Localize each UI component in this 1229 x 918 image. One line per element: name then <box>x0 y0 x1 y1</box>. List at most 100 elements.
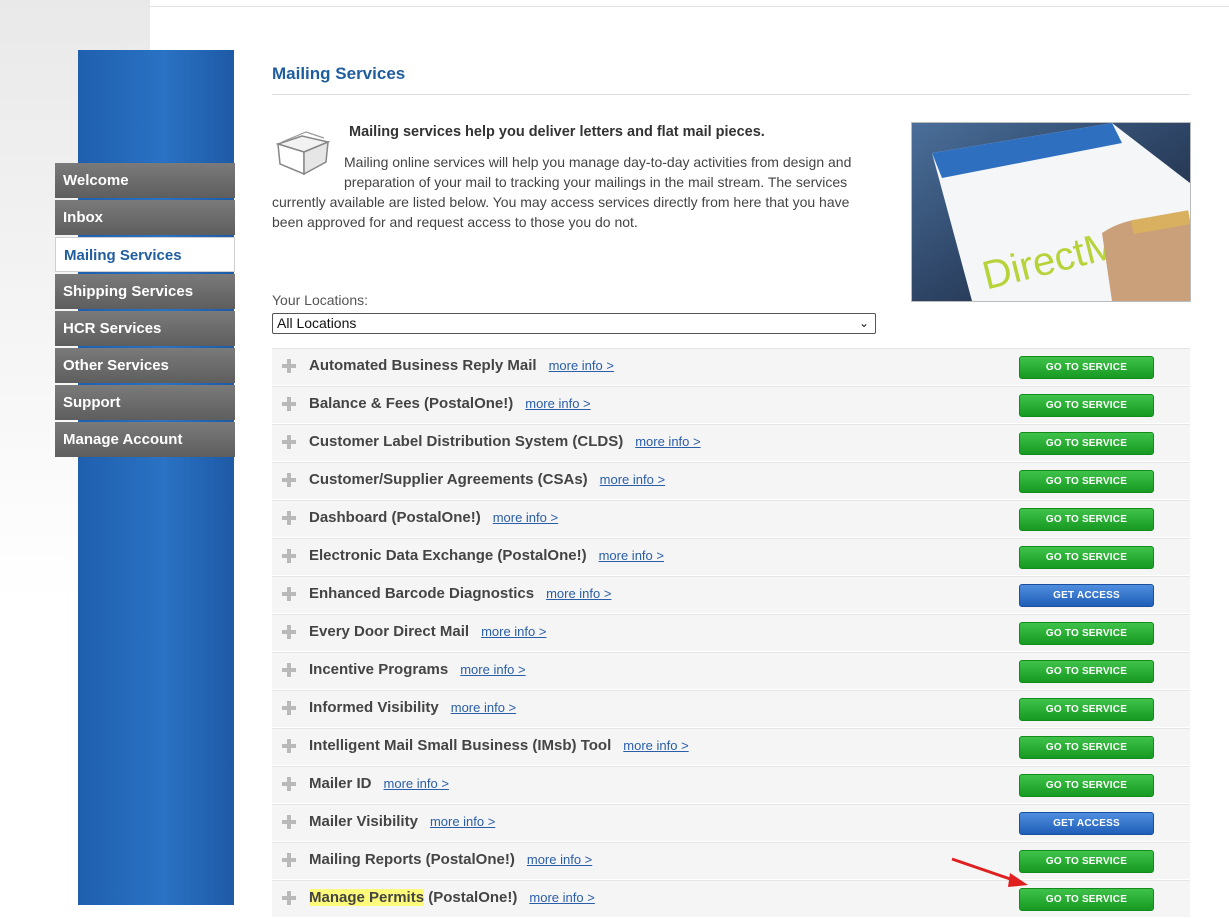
service-row: Incentive Programs more info > GO TO SERV… <box>272 652 1190 689</box>
service-name: Automated Business Reply Mail <box>309 357 537 374</box>
go-to-service-button[interactable]: GO TO SERVICE <box>1019 736 1154 759</box>
go-to-service-button[interactable]: GO TO SERVICE <box>1019 394 1154 417</box>
page-title: Mailing Services <box>272 64 406 83</box>
more-info-link[interactable]: more info > <box>451 700 516 715</box>
go-to-service-button[interactable]: GO TO SERVICE <box>1019 470 1154 493</box>
sidebar-item-inbox[interactable]: Inbox <box>55 200 235 235</box>
expand-plus-icon[interactable] <box>282 853 296 867</box>
more-info-link[interactable]: more info > <box>481 624 546 639</box>
go-to-service-button[interactable]: GO TO SERVICE <box>1019 508 1154 531</box>
more-info-link[interactable]: more info > <box>460 662 525 677</box>
expand-plus-icon[interactable] <box>282 359 296 373</box>
sidebar-item-support[interactable]: Support <box>55 385 235 420</box>
service-name: (PostalOne!) <box>424 889 518 906</box>
service-row: Manage Permits (PostalOne!) more info > G… <box>272 880 1190 917</box>
service-row: Intelligent Mail Small Business (IMsb) T… <box>272 728 1190 765</box>
go-to-service-button[interactable]: GO TO SERVICE <box>1019 546 1154 569</box>
title-divider <box>272 94 1190 95</box>
expand-plus-icon[interactable] <box>282 473 296 487</box>
intro-description: Mailing online services will help you ma… <box>272 154 852 230</box>
intro-section: Mailing services help you deliver letter… <box>272 122 877 232</box>
service-name: Customer/Supplier Agreements (CSAs) <box>309 471 588 488</box>
expand-plus-icon[interactable] <box>282 777 296 791</box>
service-name: Informed Visibility <box>309 699 439 716</box>
red-arrow-annotation <box>951 857 1028 887</box>
sidebar-item-welcome[interactable]: Welcome <box>55 163 235 198</box>
expand-plus-icon[interactable] <box>282 625 296 639</box>
sidebar-item-mailing-services[interactable]: Mailing Services <box>55 237 235 272</box>
go-to-service-button[interactable]: GO TO SERVICE <box>1019 660 1154 683</box>
service-row: Mailer ID more info > GO TO SERVICE <box>272 766 1190 803</box>
direct-mail-photo: DirectMail <box>911 122 1191 302</box>
go-to-service-button[interactable]: GO TO SERVICE <box>1019 774 1154 797</box>
more-info-link[interactable]: more info > <box>529 890 594 905</box>
more-info-link[interactable]: more info > <box>635 434 700 449</box>
expand-plus-icon[interactable] <box>282 435 296 449</box>
service-row: Enhanced Barcode Diagnostics more info > … <box>272 576 1190 613</box>
more-info-link[interactable]: more info > <box>599 548 664 563</box>
service-name: Mailer Visibility <box>309 813 418 830</box>
service-name: Mailer ID <box>309 775 372 792</box>
service-name: Incentive Programs <box>309 661 449 678</box>
service-name: Mailing Reports (PostalOne!) <box>309 851 515 868</box>
service-row: Every Door Direct Mail more info > GO TO … <box>272 614 1190 651</box>
service-row: Customer/Supplier Agreements (CSAs) more … <box>272 462 1190 499</box>
more-info-link[interactable]: more info > <box>623 738 688 753</box>
service-row: Mailer Visibility more info > GET ACCESS <box>272 804 1190 841</box>
expand-plus-icon[interactable] <box>282 815 296 829</box>
service-row: Balance & Fees (PostalOne!) more info > G… <box>272 386 1190 423</box>
expand-plus-icon[interactable] <box>282 549 296 563</box>
expand-plus-icon[interactable] <box>282 397 296 411</box>
service-name: Customer Label Distribution System (CLDS… <box>309 433 624 450</box>
service-row: Dashboard (PostalOne!) more info > GO TO … <box>272 500 1190 537</box>
expand-plus-icon[interactable] <box>282 701 296 715</box>
expand-plus-icon[interactable] <box>282 891 296 905</box>
more-info-link[interactable]: more info > <box>493 510 558 525</box>
expand-plus-icon[interactable] <box>282 511 296 525</box>
go-to-service-button[interactable]: GO TO SERVICE <box>1019 888 1154 911</box>
service-name: Balance & Fees (PostalOne!) <box>309 395 514 412</box>
sidebar-item-shipping-services[interactable]: Shipping Services <box>55 274 235 309</box>
more-info-link[interactable]: more info > <box>525 396 590 411</box>
service-name: Electronic Data Exchange (PostalOne!) <box>309 547 587 564</box>
locations-select[interactable]: All Locations ⌄ <box>272 313 876 334</box>
direct-mail-image: DirectMail <box>912 123 1190 301</box>
more-info-link[interactable]: more info > <box>430 814 495 829</box>
go-to-service-button[interactable]: GO TO SERVICE <box>1019 432 1154 455</box>
go-to-service-button[interactable]: GO TO SERVICE <box>1019 850 1154 873</box>
sidebar-item-other-services[interactable]: Other Services <box>55 348 235 383</box>
service-name: Every Door Direct Mail <box>309 623 470 640</box>
service-row: Automated Business Reply Mail more info >… <box>272 348 1190 385</box>
chevron-down-icon: ⌄ <box>858 316 869 330</box>
sidebar-item-hcr-services[interactable]: HCR Services <box>55 311 235 346</box>
expand-plus-icon[interactable] <box>282 587 296 601</box>
service-row: Mailing Reports (PostalOne!) more info > … <box>272 842 1190 879</box>
go-to-service-button[interactable]: GO TO SERVICE <box>1019 622 1154 645</box>
more-info-link[interactable]: more info > <box>600 472 665 487</box>
go-to-service-button[interactable]: GO TO SERVICE <box>1019 698 1154 721</box>
service-row: Electronic Data Exchange (PostalOne!) mor… <box>272 538 1190 575</box>
more-info-link[interactable]: more info > <box>546 586 611 601</box>
expand-plus-icon[interactable] <box>282 739 296 753</box>
sidebar-item-manage-account[interactable]: Manage Account <box>55 422 235 457</box>
service-name: Enhanced Barcode Diagnostics <box>309 585 535 602</box>
locations-label: Your Locations: <box>272 292 368 308</box>
service-name: Dashboard (PostalOne!) <box>309 509 481 526</box>
services-list: Automated Business Reply Mail more info >… <box>272 348 1190 918</box>
sidebar-nav: Welcome Inbox Mailing Services Shipping … <box>55 163 235 459</box>
locations-selected-value: All Locations <box>277 315 357 331</box>
more-info-link[interactable]: more info > <box>549 358 614 373</box>
mail-tray-icon <box>275 131 331 176</box>
expand-plus-icon[interactable] <box>282 663 296 677</box>
more-info-link[interactable]: more info > <box>384 776 449 791</box>
service-name-highlight: Manage Permits <box>309 889 425 906</box>
service-row: Informed Visibility more info > GO TO SER… <box>272 690 1190 727</box>
get-access-button[interactable]: GET ACCESS <box>1019 812 1154 835</box>
service-name: Intelligent Mail Small Business (IMsb) T… <box>309 737 612 754</box>
get-access-button[interactable]: GET ACCESS <box>1019 584 1154 607</box>
service-row: Customer Label Distribution System (CLDS… <box>272 424 1190 461</box>
intro-headline: Mailing services help you deliver letter… <box>349 124 765 140</box>
go-to-service-button[interactable]: GO TO SERVICE <box>1019 356 1154 379</box>
more-info-link[interactable]: more info > <box>527 852 592 867</box>
top-divider <box>150 6 1229 7</box>
